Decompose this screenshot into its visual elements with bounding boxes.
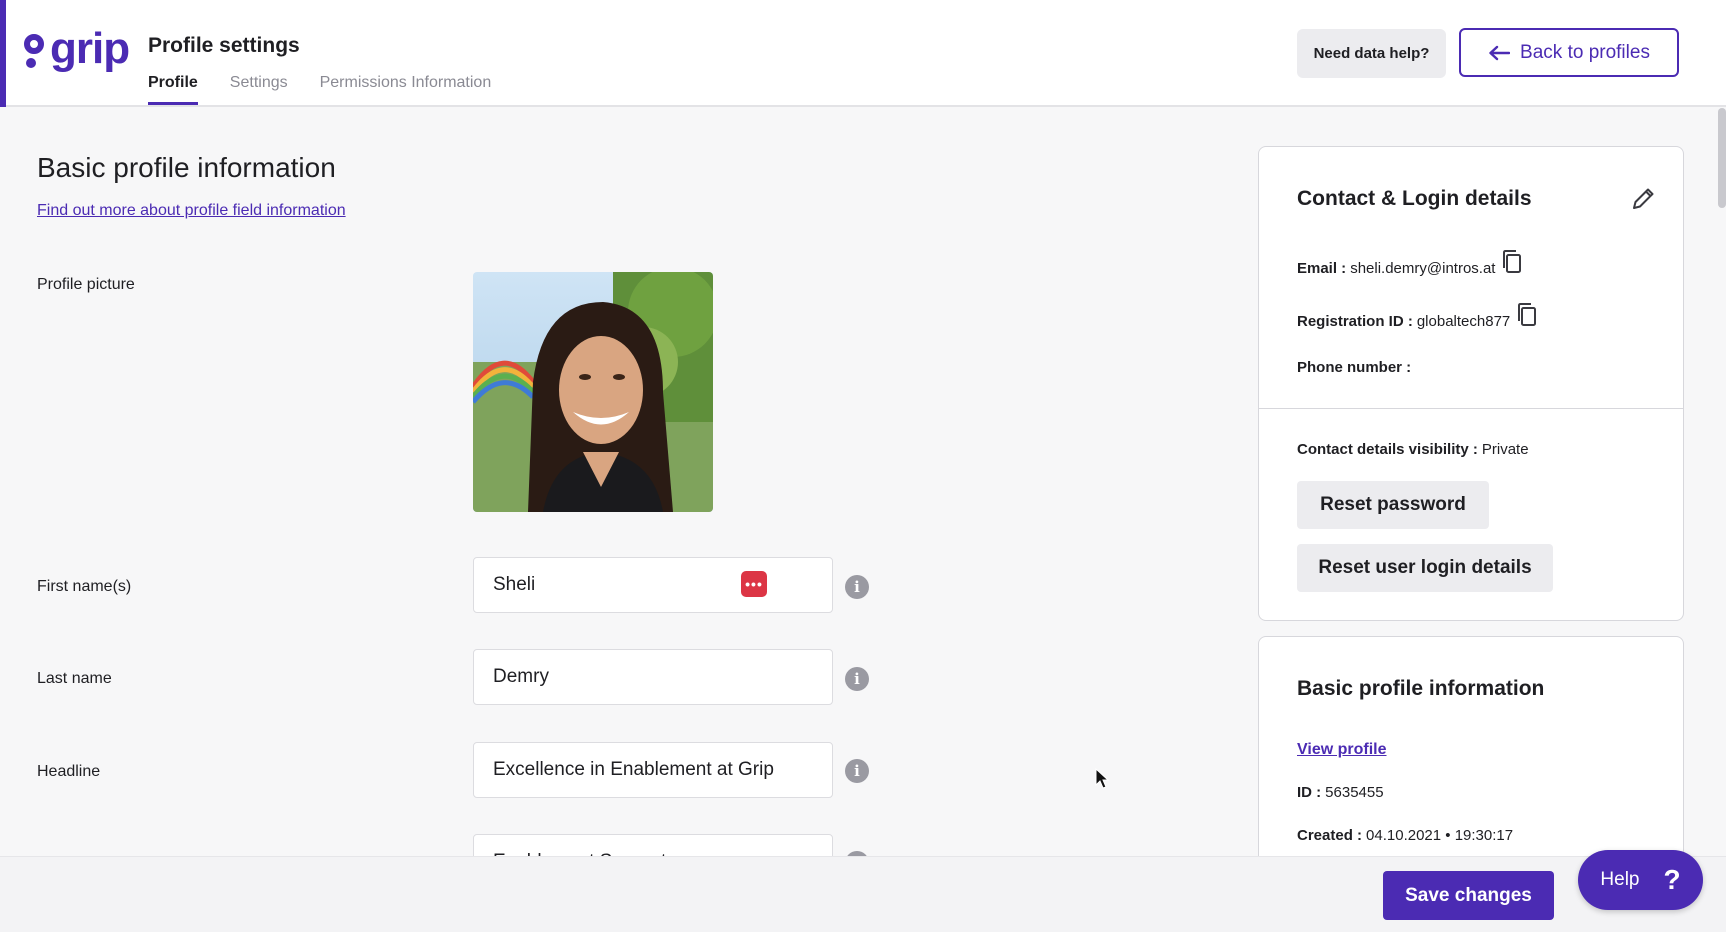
profile-picture[interactable] [473, 272, 713, 512]
app-header: grip Profile settings Profile Settings P… [0, 0, 1726, 107]
scrollbar-thumb[interactable] [1718, 108, 1726, 208]
first-name-input[interactable]: Sheli [473, 557, 833, 613]
copy-registration-icon[interactable] [1516, 302, 1538, 328]
registration-value: globaltech877 [1416, 312, 1511, 330]
last-name-label: Last name [37, 670, 112, 687]
visibility-value: Private [1481, 441, 1529, 458]
tab-bar: Profile Settings Permissions Information [148, 74, 491, 105]
back-to-profiles-label: Back to profiles [1520, 41, 1650, 63]
question-icon: ? [1663, 864, 1681, 895]
view-profile-link[interactable]: View profile [1297, 741, 1387, 759]
created-detail: Created : 04.10.2021 • 19:30:17 [1297, 827, 1513, 844]
pencil-icon[interactable] [1629, 185, 1657, 213]
id-label: ID : [1297, 784, 1322, 801]
created-value: 04.10.2021 • 19:30:17 [1366, 827, 1514, 844]
copy-email-icon[interactable] [1501, 249, 1523, 275]
email-label: Email : [1297, 259, 1347, 277]
visibility-label: Contact details visibility : [1297, 441, 1478, 458]
first-name-label: First name(s) [37, 578, 132, 595]
reset-user-login-button[interactable]: Reset user login details [1297, 544, 1553, 592]
email-detail: Email : sheli.demry@intros.at [1297, 250, 1523, 281]
registration-label: Registration ID : [1297, 312, 1413, 330]
profile-picture-label: Profile picture [37, 276, 135, 293]
last-name-info-icon[interactable]: i [845, 667, 869, 691]
contact-login-card: Contact & Login details Email : sheli.de… [1258, 146, 1684, 621]
grip-logo[interactable]: grip [22, 24, 130, 73]
first-name-info-icon[interactable]: i [845, 575, 869, 599]
basic-card-title: Basic profile information [1297, 677, 1545, 700]
created-label: Created : [1297, 827, 1363, 844]
help-label: Help [1600, 869, 1640, 890]
last-name-input[interactable]: Demry [473, 649, 833, 705]
headline-info-icon[interactable]: i [845, 759, 869, 783]
visibility-detail: Contact details visibility : Private [1297, 441, 1529, 458]
accent-bar [0, 0, 6, 107]
registration-detail: Registration ID : globaltech877 [1297, 303, 1538, 334]
logo-mark-icon [22, 26, 48, 72]
profile-photo-image [473, 272, 713, 512]
phone-detail: Phone number : [1297, 359, 1415, 376]
id-value: 5635455 [1325, 784, 1384, 801]
card-divider [1259, 408, 1683, 409]
back-to-profiles-button[interactable]: Back to profiles [1459, 28, 1679, 77]
arrow-left-icon [1489, 45, 1511, 60]
headline-label: Headline [37, 763, 101, 780]
more-icon[interactable]: ••• [741, 571, 767, 597]
headline-input[interactable]: Excellence in Enablement at Grip [473, 742, 833, 798]
save-changes-button[interactable]: Save changes [1383, 871, 1554, 920]
contact-card-title: Contact & Login details [1297, 187, 1532, 210]
section-title: Basic profile information [37, 152, 336, 183]
tab-profile[interactable]: Profile [148, 74, 198, 105]
id-detail: ID : 5635455 [1297, 784, 1384, 801]
mouse-cursor-icon [1095, 768, 1110, 789]
profile-field-info-link[interactable]: Find out more about profile field inform… [37, 202, 346, 220]
tab-settings[interactable]: Settings [230, 74, 288, 105]
email-value: sheli.demry@intros.at [1350, 259, 1496, 277]
help-button[interactable]: Help ? [1578, 850, 1703, 910]
reset-password-button[interactable]: Reset password [1297, 481, 1489, 529]
tab-permissions-information[interactable]: Permissions Information [320, 74, 492, 105]
phone-label: Phone number : [1297, 359, 1412, 376]
page-title: Profile settings [148, 34, 300, 57]
need-data-help-button[interactable]: Need data help? [1297, 29, 1446, 78]
logo-text: grip [50, 24, 130, 73]
